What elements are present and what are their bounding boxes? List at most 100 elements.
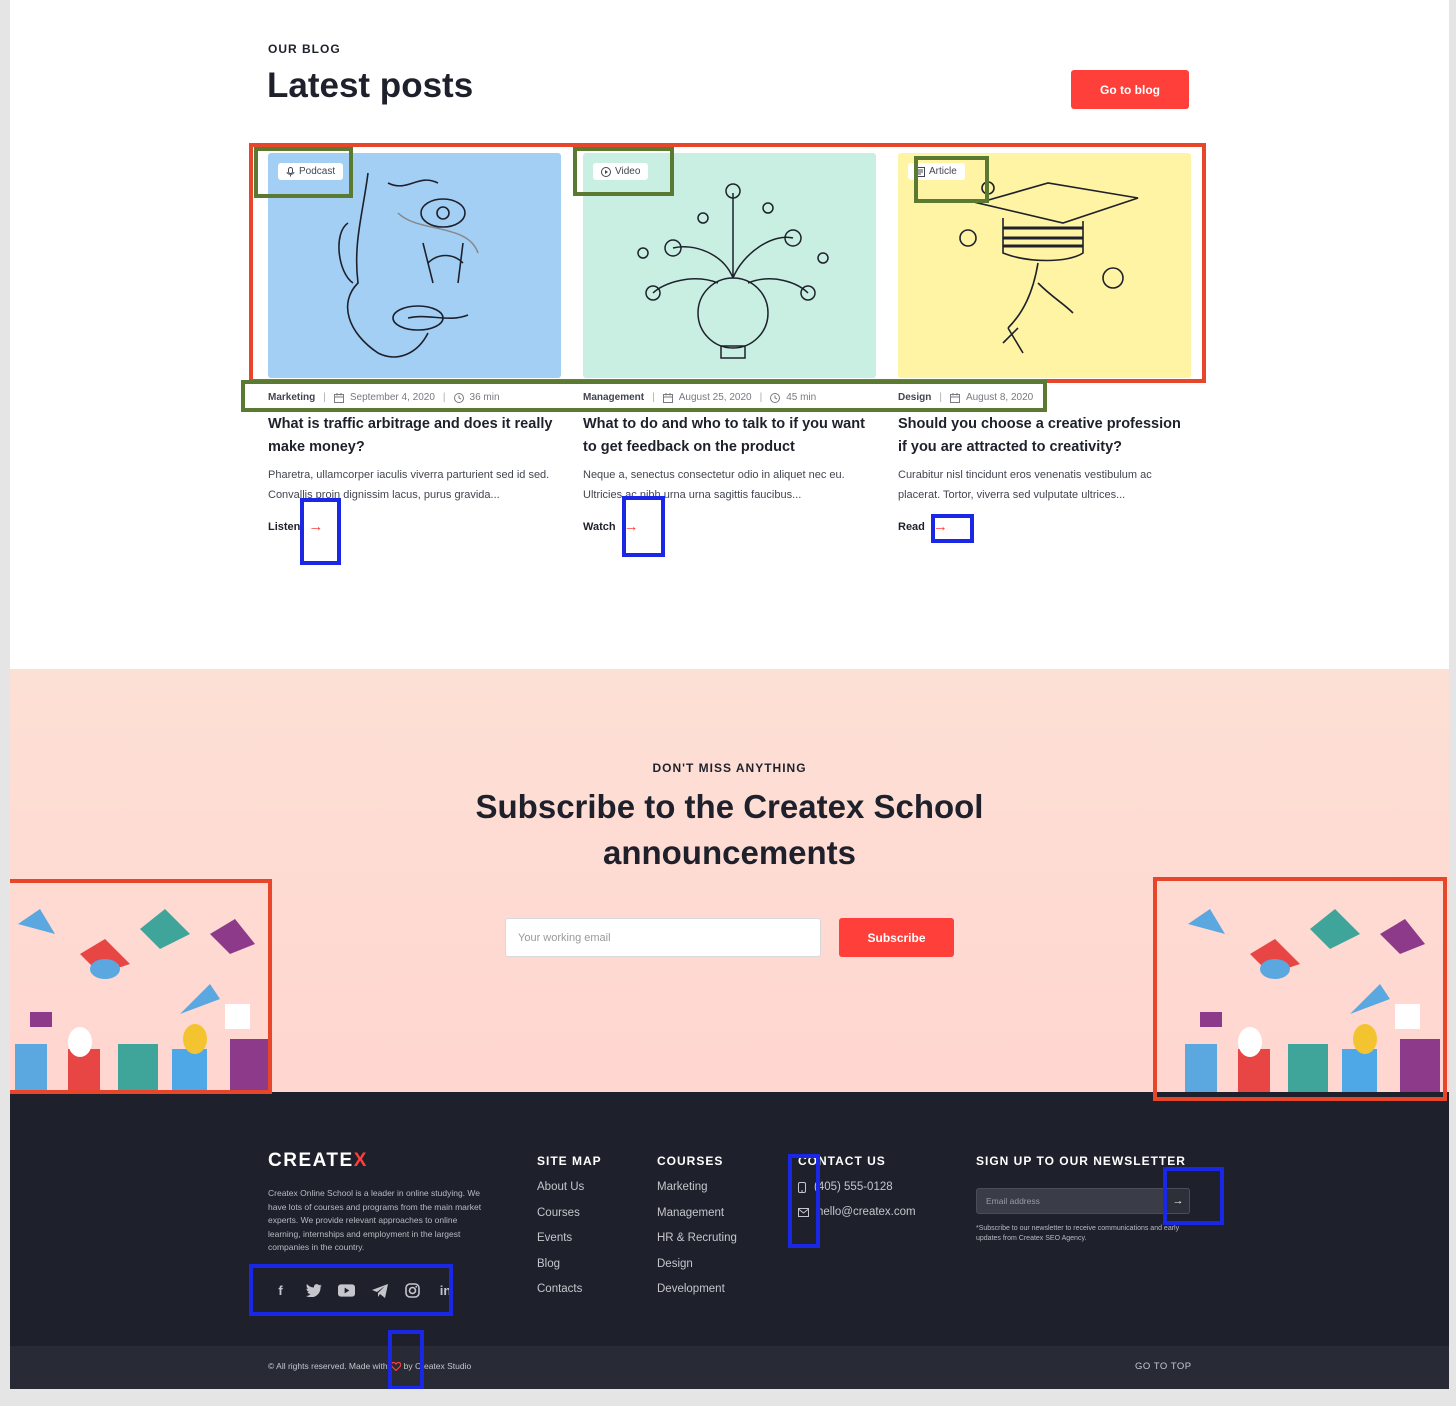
footer-logo[interactable]: CREATEX — [268, 1150, 368, 1172]
play-icon — [601, 166, 611, 177]
facebook-icon[interactable]: f — [272, 1282, 289, 1299]
post-excerpt: Pharetra, ullamcorper iaculis viverra pa… — [268, 469, 550, 501]
copyright-text-post[interactable]: by Createx Studio — [404, 1361, 472, 1371]
contact-email[interactable]: hello@createx.com — [798, 1206, 916, 1218]
graduation-cap-illustration — [959, 181, 1139, 354]
post-excerpt: Curabitur nisl tincidunt eros venenatis … — [898, 469, 1152, 501]
sitemap-list: About Us Courses Events Blog Contacts — [537, 1181, 584, 1309]
courses-list: Marketing Management HR & Recruting Desi… — [657, 1181, 737, 1309]
post-image[interactable]: Video — [583, 153, 876, 378]
subscribe-button[interactable]: Subscribe — [839, 918, 954, 957]
post-card-video[interactable]: Video Management | August 25, 2020 | 45 … — [583, 153, 876, 534]
post-title[interactable]: Should you choose a creative profession … — [898, 413, 1191, 459]
link-label[interactable]: Listen — [268, 521, 300, 533]
badge-video: Video — [593, 163, 649, 180]
youtube-icon[interactable] — [338, 1282, 355, 1299]
blog-eyebrow: OUR BLOG — [268, 42, 341, 56]
twitter-icon[interactable] — [305, 1282, 322, 1299]
graduation-caps-illustration-right — [1185, 909, 1440, 1094]
post-card-podcast[interactable]: Podcast Marketing | September 4, 2020 | … — [268, 153, 561, 534]
subscribe-title-line1: Subscribe to the Createx School — [475, 788, 984, 825]
newsletter-heading: SIGN UP TO OUR NEWSLETTER — [976, 1154, 1186, 1168]
post-title[interactable]: What is traffic arbitrage and does it re… — [268, 413, 561, 459]
post-meta: Marketing | September 4, 2020 | 36 min — [268, 392, 500, 403]
logo-x[interactable]: X — [354, 1150, 368, 1171]
post-date: August 8, 2020 — [965, 392, 1034, 403]
post-card-article[interactable]: Article Design | August 8, 2020 Should y… — [898, 153, 1191, 534]
newsletter-email-input[interactable]: Email address — [976, 1188, 1190, 1214]
post-meta: Design | August 8, 2020 — [898, 392, 1034, 403]
post-category[interactable]: Design — [898, 392, 931, 403]
post-excerpt: Neque a, senectus consectetur odio in al… — [583, 469, 845, 501]
go-to-blog-button[interactable]: Go to blog — [1071, 70, 1189, 109]
sitemap-link-courses[interactable]: Courses — [537, 1207, 584, 1233]
clock-icon — [453, 392, 464, 403]
arrow-right-icon[interactable]: → — [933, 519, 948, 534]
footer-bottom-bar: © All rights reserved. Made with by Crea… — [10, 1346, 1449, 1389]
read-link[interactable]: Read → — [898, 519, 1191, 534]
post-duration: 36 min — [469, 392, 500, 403]
lightbulb-illustration — [637, 183, 829, 359]
sitemap-link-blog[interactable]: Blog — [537, 1258, 584, 1284]
arrow-right-icon[interactable]: → — [624, 519, 639, 534]
go-to-top-link[interactable]: GO TO TOP — [1135, 1361, 1192, 1372]
subscribe-eyebrow: DON'T MISS ANYTHING — [652, 761, 807, 775]
subscribe-email-input[interactable]: Your working email — [505, 918, 821, 957]
course-link-management[interactable]: Management — [657, 1207, 737, 1233]
calendar-icon — [662, 392, 673, 403]
course-link-design[interactable]: Design — [657, 1258, 737, 1284]
linkedin-icon[interactable]: in — [437, 1282, 454, 1299]
sitemap-link-events[interactable]: Events — [537, 1232, 584, 1258]
post-image[interactable]: Podcast — [268, 153, 561, 378]
arrow-right-icon[interactable]: → — [308, 519, 323, 534]
course-link-development[interactable]: Development — [657, 1283, 737, 1309]
microphone-icon — [286, 166, 295, 176]
listen-link[interactable]: Listen → — [268, 519, 561, 534]
footer: CREATEX Createx Online School is a leade… — [10, 1092, 1449, 1346]
post-date: August 25, 2020 — [678, 392, 752, 403]
newsletter-submit-button[interactable]: → — [1166, 1188, 1190, 1214]
post-category[interactable]: Management — [583, 392, 644, 403]
copyright: © All rights reserved. Made with by Crea… — [268, 1361, 471, 1371]
blog-title: Latest posts — [267, 66, 474, 105]
footer-about: Createx Online School is a leader in onl… — [268, 1188, 482, 1252]
post-duration: 45 min — [786, 392, 817, 403]
document-icon — [916, 166, 925, 177]
phone-number[interactable]: (405) 555-0128 — [814, 1181, 893, 1193]
telegram-icon[interactable] — [371, 1282, 388, 1299]
sitemap-link-about[interactable]: About Us — [537, 1181, 584, 1207]
logo-text[interactable]: CREATE — [268, 1150, 354, 1171]
contact-heading: CONTACT US — [798, 1154, 886, 1168]
phone-icon — [798, 1181, 806, 1193]
course-link-marketing[interactable]: Marketing — [657, 1181, 737, 1207]
arrow-right-icon[interactable]: → — [1173, 1195, 1184, 1207]
page: OUR BLOG Latest posts Go to blog Podcast… — [10, 0, 1449, 1389]
newsletter-note: *Subscribe to our newsletter to receive … — [976, 1225, 1180, 1242]
course-link-hr[interactable]: HR & Recruting — [657, 1232, 737, 1258]
social-links: f in — [272, 1282, 454, 1299]
face-illustration — [338, 172, 479, 358]
subscribe-title-line2: announcements — [602, 834, 857, 871]
contact-phone[interactable]: (405) 555-0128 — [798, 1181, 893, 1193]
post-category[interactable]: Marketing — [268, 392, 315, 403]
post-image[interactable]: Article — [898, 153, 1191, 378]
post-title[interactable]: What to do and who to talk to if you wan… — [583, 413, 876, 459]
copyright-text-pre: © All rights reserved. Made with — [268, 1361, 388, 1371]
calendar-icon — [333, 392, 344, 403]
subscribe-section: DON'T MISS ANYTHING Subscribe to the Cre… — [10, 669, 1449, 1094]
badge-label: Podcast — [299, 166, 336, 177]
calendar-icon — [949, 392, 960, 403]
mail-icon — [798, 1207, 809, 1217]
link-label[interactable]: Watch — [583, 521, 616, 533]
watch-link[interactable]: Watch → — [583, 519, 876, 534]
badge-article: Article — [908, 163, 965, 180]
link-label[interactable]: Read — [898, 521, 925, 533]
badge-label: Video — [615, 166, 641, 177]
sitemap-link-contacts[interactable]: Contacts — [537, 1283, 584, 1309]
email-address[interactable]: hello@createx.com — [817, 1206, 916, 1218]
badge-podcast: Podcast — [278, 163, 344, 180]
heart-icon — [390, 1361, 401, 1371]
instagram-icon[interactable] — [404, 1282, 421, 1299]
clock-icon — [770, 392, 781, 403]
courses-heading: COURSES — [657, 1154, 724, 1168]
